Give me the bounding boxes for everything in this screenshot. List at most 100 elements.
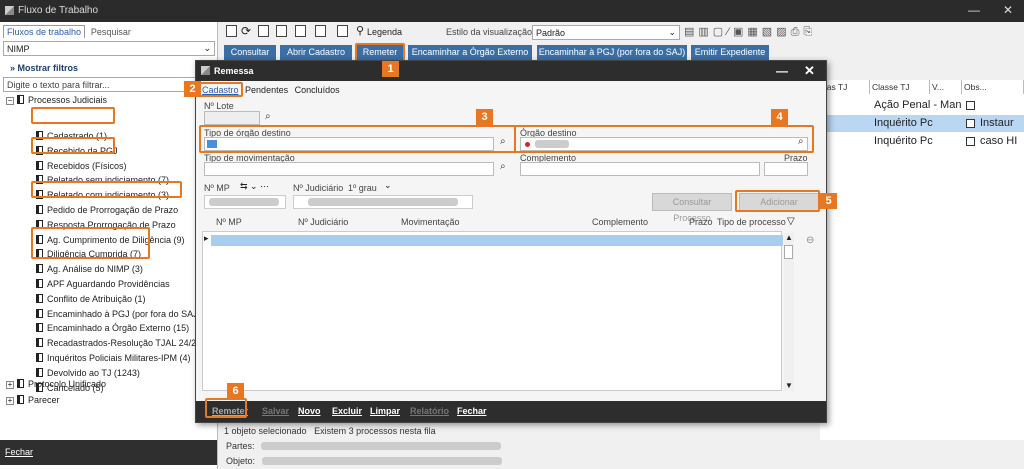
nj-input[interactable] xyxy=(293,195,473,209)
copy-icon[interactable] xyxy=(258,25,269,37)
checkbox[interactable] xyxy=(966,137,975,146)
scroll-down-icon[interactable]: ▼ xyxy=(785,381,793,390)
col-header[interactable]: Classe TJ xyxy=(870,80,930,94)
document-icon xyxy=(36,264,43,274)
salvar-button[interactable]: Salvar xyxy=(262,406,289,416)
lote-input[interactable] xyxy=(204,111,260,125)
tipo-mov-input[interactable] xyxy=(204,162,494,176)
tree-root-protocolo[interactable]: + Protocolo Unificado xyxy=(6,379,106,393)
close-panel-button[interactable]: Fechar xyxy=(0,440,217,465)
tree-root-parecer[interactable]: + Parecer xyxy=(6,395,60,409)
tree-item-label: Inquéritos Policiais Militares-IPM (4) xyxy=(47,353,191,363)
tab-pesquisar[interactable]: Pesquisar xyxy=(88,26,134,38)
search-icon[interactable]: ⌕ xyxy=(500,161,506,172)
remove-icon[interactable]: ⊖ xyxy=(806,235,814,246)
filter-icon[interactable]: ▽ xyxy=(787,216,795,227)
document-icon xyxy=(36,338,43,348)
legend-icon[interactable]: ⚲ xyxy=(356,24,364,37)
tab-fluxos[interactable]: Fluxos de trabalho xyxy=(3,25,86,38)
excluir-button[interactable]: Excluir xyxy=(332,406,362,416)
col-header[interactable]: Movimentação xyxy=(401,217,460,227)
tree-item[interactable]: Pedido de Prorrogação de Prazo xyxy=(36,205,178,219)
tree-item[interactable]: APF Aguardando Providências xyxy=(36,279,170,293)
step-badge: 6 xyxy=(227,383,244,399)
col-header[interactable]: Nº Judiciário xyxy=(298,217,348,227)
minimize-icon[interactable]: — xyxy=(776,64,788,78)
collapse-icon[interactable]: − xyxy=(6,97,14,105)
tree-item-label: Recadastrados-Resolução TJAL 24/20 xyxy=(47,338,202,349)
toggle-icons[interactable]: ⇆ ⌄ ⋯ xyxy=(240,181,269,192)
encaminhar-orgao-button[interactable]: Encaminhar a Órgão Externo xyxy=(408,45,532,60)
highlight-recebidos xyxy=(31,137,115,154)
nj-value xyxy=(308,198,458,206)
toolbar-icon-group[interactable]: ▤▥▢⁄▣▦▧▨⎙⎘ xyxy=(684,25,834,39)
expand-icon[interactable]: + xyxy=(6,397,14,405)
col-header[interactable]: V... xyxy=(930,80,962,94)
scroll-up-icon[interactable]: ▲ xyxy=(785,233,793,242)
consult-process-button[interactable]: Consultar Processo xyxy=(652,193,732,223)
tree-item[interactable]: Ag. Análise do NIMP (3) xyxy=(36,264,143,278)
limpar-button[interactable]: Limpar xyxy=(370,406,400,416)
col-header[interactable]: Complemento xyxy=(592,217,648,227)
relatorio-button[interactable]: Relatório xyxy=(410,406,449,416)
tab-concluidos[interactable]: Concluídos xyxy=(295,85,340,95)
encaminhar-pgj-button[interactable]: Encaminhar à PGJ (por fora do SAJ) xyxy=(537,45,687,60)
new-icon[interactable] xyxy=(226,25,237,37)
document-icon xyxy=(36,323,43,333)
tile-icon[interactable] xyxy=(295,25,306,37)
col-header[interactable]: Obs... xyxy=(962,80,1024,94)
col-header[interactable]: Tipo de processo xyxy=(717,217,786,227)
tree-item-label: APF Aguardando Providências xyxy=(47,279,170,289)
consultar-button[interactable]: Consultar xyxy=(224,45,276,60)
nmp-input[interactable] xyxy=(204,195,286,209)
window-icon[interactable] xyxy=(276,25,287,37)
table-row[interactable]: Inquérito Pc Instaur xyxy=(820,115,1024,132)
tree-item[interactable]: Inquéritos Policiais Militares-IPM (4) xyxy=(36,353,191,367)
view-style-select[interactable]: Padrão ⌄ xyxy=(532,25,680,40)
status-line: 1 objeto selecionado Existem 3 processos… xyxy=(224,426,436,436)
emitir-expediente-button[interactable]: Emitir Expediente xyxy=(691,45,769,60)
flow-select-value: NIMP xyxy=(7,44,30,54)
complemento-input[interactable] xyxy=(520,162,760,176)
filter-input[interactable]: Digite o texto para filtrar... xyxy=(3,77,205,92)
close-icon[interactable]: ✕ xyxy=(804,63,815,79)
scroll-thumb[interactable] xyxy=(784,245,793,259)
table-row[interactable]: Ação Penal - Man xyxy=(820,97,1024,114)
flow-select[interactable]: NIMP ⌄ xyxy=(3,41,215,56)
show-filters-link[interactable]: » Mostrar filtros xyxy=(10,63,78,73)
status-selected: 1 objeto selecionado xyxy=(224,426,307,436)
partes-row: Partes: xyxy=(226,441,502,451)
col-header[interactable]: rjas TJ xyxy=(820,80,870,94)
refresh-icon[interactable]: ⟳ xyxy=(241,24,251,38)
tree-item[interactable]: Conflito de Atribuição (1) xyxy=(36,293,146,308)
chevron-down-icon[interactable]: ⌄ xyxy=(384,180,392,191)
scrollbar[interactable]: ▲ ▼ xyxy=(784,233,794,391)
tree-item[interactable]: Recebidos (Físicos) xyxy=(36,160,127,175)
table-row[interactable]: Inquérito Pc caso HI xyxy=(820,133,1024,150)
document-icon xyxy=(36,367,43,377)
tree-item[interactable]: Encaminhado a Órgão Externo (15) xyxy=(36,323,189,337)
table-row[interactable] xyxy=(211,235,783,246)
close-icon[interactable]: ✕ xyxy=(998,3,1018,17)
tree-item[interactable]: Encaminhado à PGJ (por fora do SAJ) xyxy=(36,308,201,323)
checkbox[interactable] xyxy=(966,119,975,128)
prazo-input[interactable] xyxy=(764,162,808,176)
fechar-button[interactable]: Fechar xyxy=(457,406,487,416)
minimize-icon[interactable]: — xyxy=(964,3,984,17)
col-header[interactable]: Nº MP xyxy=(216,217,242,227)
left-tabs: Fluxos de trabalho Pesquisar xyxy=(3,25,134,39)
document-icon[interactable] xyxy=(337,25,348,37)
tree-root-label: Processos Judiciais xyxy=(28,95,108,105)
tab-pendentes[interactable]: Pendentes xyxy=(245,85,288,95)
expand-icon[interactable]: + xyxy=(6,381,14,389)
checkbox[interactable] xyxy=(966,101,975,110)
novo-button[interactable]: Novo xyxy=(298,406,321,416)
export-icon[interactable] xyxy=(315,25,326,37)
search-icon[interactable]: ⌕ xyxy=(265,111,271,122)
dialog-logo-icon xyxy=(201,66,210,75)
col-header[interactable]: Prazo xyxy=(689,217,713,227)
legend-label[interactable]: Legenda xyxy=(367,27,402,37)
tree-item[interactable]: Recadastrados-Resolução TJAL 24/20 xyxy=(36,338,201,352)
cell-classe: Inquérito Pc xyxy=(874,135,933,147)
abrir-cadastro-button[interactable]: Abrir Cadastro xyxy=(280,45,352,60)
